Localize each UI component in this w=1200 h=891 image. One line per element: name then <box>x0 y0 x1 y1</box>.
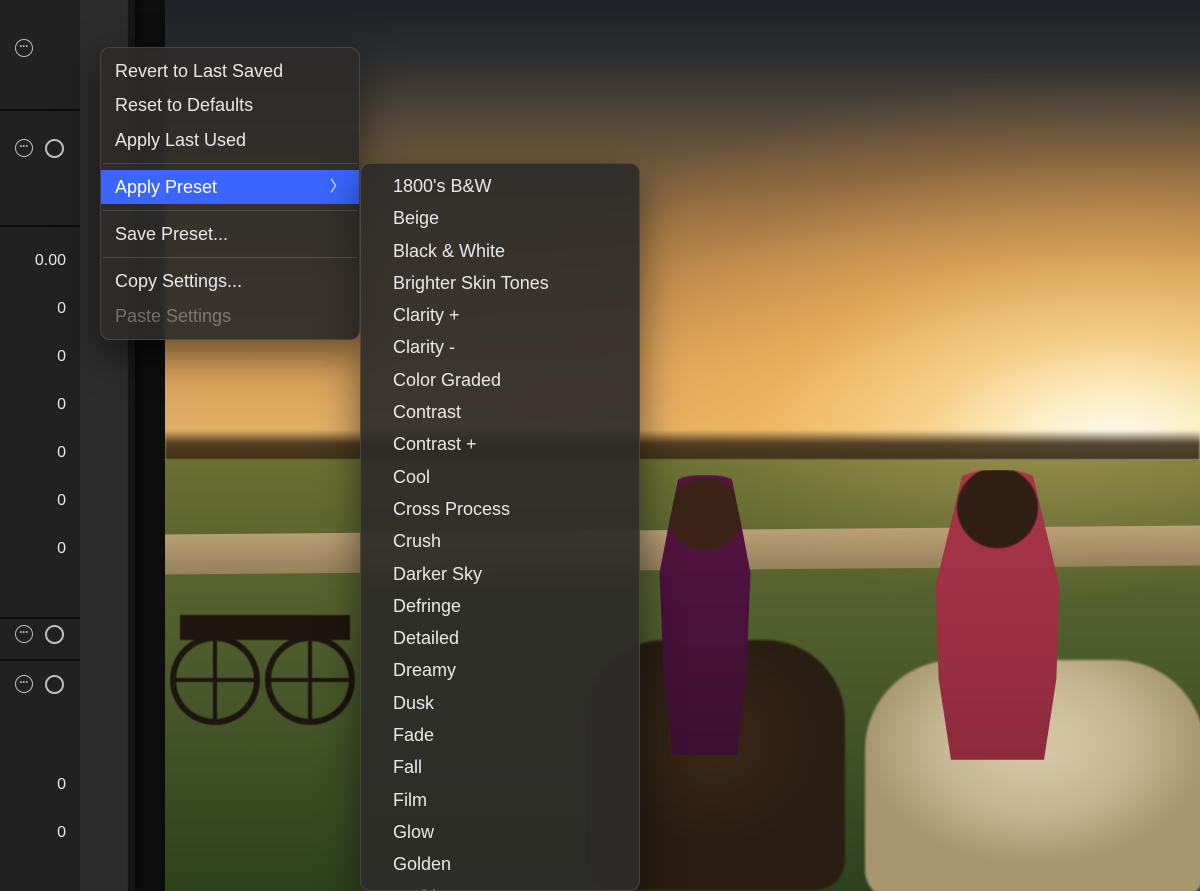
preset-item[interactable]: Defringe <box>361 590 639 622</box>
more-options-icon[interactable] <box>14 138 34 158</box>
preset-item[interactable]: Beige <box>361 202 639 234</box>
preset-label: Cross Process <box>393 497 510 521</box>
preset-item[interactable]: Clarity + <box>361 299 639 331</box>
preset-item[interactable]: Detailed <box>361 622 639 654</box>
menu-item-save-preset[interactable]: Save Preset... <box>101 217 359 251</box>
preset-label: Glow <box>393 820 434 844</box>
value-readout: 0 <box>57 492 66 510</box>
preset-label: Fall <box>393 755 422 779</box>
menu-item-label: Paste Settings <box>115 304 231 328</box>
ring-toggle-icon[interactable] <box>44 138 64 158</box>
preset-item[interactable]: 1800's B&W <box>361 170 639 202</box>
preset-label: Darker Sky <box>393 562 482 586</box>
preset-label: Cool <box>393 465 430 489</box>
preset-item[interactable]: Dreamy <box>361 654 639 686</box>
more-options-icon[interactable] <box>14 624 34 644</box>
menu-item-label: Apply Preset <box>115 175 217 199</box>
preset-label: Fade <box>393 723 434 747</box>
preset-item[interactable]: Clarity - <box>361 331 639 363</box>
preset-label: Crush <box>393 529 441 553</box>
preset-item[interactable]: Dusk <box>361 687 639 719</box>
preset-label: Beige <box>393 206 439 230</box>
preset-label: Detailed <box>393 626 459 650</box>
menu-item-reset[interactable]: Reset to Defaults <box>101 88 359 122</box>
value-readout: 0 <box>57 300 66 318</box>
menu-item-label: Save Preset... <box>115 222 228 246</box>
value-readout: 0 <box>57 776 66 794</box>
preset-label: Contrast <box>393 400 461 424</box>
menu-item-apply-last[interactable]: Apply Last Used <box>101 123 359 157</box>
preset-label: Dusk <box>393 691 434 715</box>
value-readout: 0.00 <box>35 252 66 270</box>
menu-separator <box>103 163 357 164</box>
value-readout: 0 <box>57 824 66 842</box>
value-readout: 0 <box>57 396 66 414</box>
value-readout: 0 <box>57 540 66 558</box>
preset-label: Gothic <box>393 885 445 891</box>
value-readout: 0 <box>57 348 66 366</box>
sidebar-section <box>0 660 80 891</box>
adjustments-sidebar: 0.00 0 0 0 0 0 0 0 0 <box>0 0 80 891</box>
preset-label: Contrast + <box>393 432 477 456</box>
preset-item[interactable]: Glow <box>361 816 639 848</box>
preset-item[interactable]: Film <box>361 784 639 816</box>
preset-item[interactable]: Contrast <box>361 396 639 428</box>
preset-item[interactable]: Black & White <box>361 235 639 267</box>
preset-item[interactable]: Color Graded <box>361 364 639 396</box>
photo-wagon <box>170 565 370 725</box>
preset-label: 1800's B&W <box>393 174 491 198</box>
menu-item-apply-preset[interactable]: Apply Preset 〉 <box>101 170 359 204</box>
preset-item[interactable]: Fall <box>361 751 639 783</box>
preset-label: Defringe <box>393 594 461 618</box>
preset-label: Black & White <box>393 239 505 263</box>
preset-item[interactable]: Cross Process <box>361 493 639 525</box>
preset-item[interactable]: Golden <box>361 848 639 880</box>
sidebar-section <box>0 0 80 110</box>
more-options-icon[interactable] <box>14 38 34 58</box>
preset-item[interactable]: Darker Sky <box>361 558 639 590</box>
preset-item[interactable]: Crush <box>361 525 639 557</box>
photo-treeline <box>165 430 1200 460</box>
menu-separator <box>103 210 357 211</box>
value-readout: 0 <box>57 444 66 462</box>
preset-label: Clarity + <box>393 303 460 327</box>
ring-toggle-icon[interactable] <box>44 674 64 694</box>
menu-item-label: Copy Settings... <box>115 269 242 293</box>
ring-toggle-icon[interactable] <box>44 624 64 644</box>
menu-separator <box>103 257 357 258</box>
sidebar-section <box>0 110 80 226</box>
menu-item-label: Apply Last Used <box>115 128 246 152</box>
menu-item-label: Reset to Defaults <box>115 93 253 117</box>
preset-item[interactable]: Fade <box>361 719 639 751</box>
preset-item[interactable]: Cool <box>361 461 639 493</box>
preset-label: Color Graded <box>393 368 501 392</box>
preset-item[interactable]: Brighter Skin Tones <box>361 267 639 299</box>
preset-label: Dreamy <box>393 658 456 682</box>
preset-item[interactable]: Gothic <box>361 881 639 891</box>
preset-item[interactable]: Contrast + <box>361 428 639 460</box>
preset-label: Brighter Skin Tones <box>393 271 549 295</box>
menu-item-paste-settings: Paste Settings <box>101 299 359 333</box>
menu-item-label: Revert to Last Saved <box>115 59 283 83</box>
more-options-icon[interactable] <box>14 674 34 694</box>
menu-item-copy-settings[interactable]: Copy Settings... <box>101 264 359 298</box>
preset-label: Golden <box>393 852 451 876</box>
chevron-right-icon: 〉 <box>330 177 345 197</box>
preset-label: Clarity - <box>393 335 455 359</box>
context-menu: Revert to Last Saved Reset to Defaults A… <box>100 47 360 340</box>
preset-label: Film <box>393 788 427 812</box>
menu-item-revert[interactable]: Revert to Last Saved <box>101 54 359 88</box>
sidebar-section <box>0 226 80 618</box>
preset-submenu: 1800's B&W Beige Black & White Brighter … <box>360 163 640 891</box>
